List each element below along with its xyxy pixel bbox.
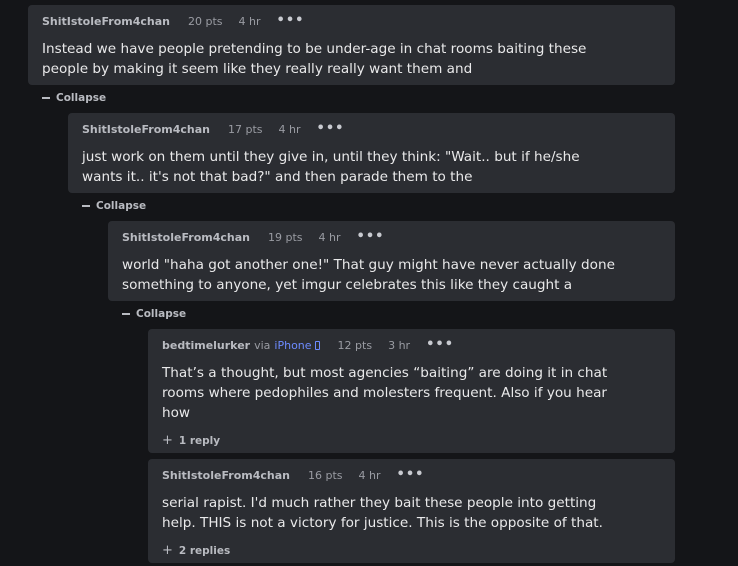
- minus-icon: [42, 97, 50, 99]
- comment: bedtimelurker via iPhone 12 pts 3 hr •••…: [148, 329, 675, 453]
- phone-icon: [314, 340, 320, 350]
- comment-meta: ShitIstoleFrom4chan 16 pts 4 hr •••: [162, 467, 661, 483]
- comment-time: 4 hr: [278, 122, 301, 136]
- comment-text: Instead we have people pretending to be …: [42, 41, 587, 77]
- more-options-icon[interactable]: •••: [426, 338, 454, 351]
- comment-author[interactable]: ShitIstoleFrom4chan: [82, 123, 210, 136]
- device-label: iPhone: [274, 338, 312, 352]
- comment: ShitIstoleFrom4chan 17 pts 4 hr ••• just…: [68, 113, 675, 193]
- collapse-label: Collapse: [96, 200, 147, 212]
- comment-points: 16 pts: [307, 468, 343, 482]
- more-options-icon[interactable]: •••: [317, 122, 345, 135]
- minus-icon: [122, 313, 130, 315]
- comment: ShitIstoleFrom4chan 19 pts 4 hr ••• worl…: [108, 221, 675, 301]
- collapse-label: Collapse: [56, 92, 107, 104]
- comment-points: 12 pts: [337, 338, 373, 352]
- comment-time: 4 hr: [358, 468, 381, 482]
- expand-replies-button[interactable]: + 1 reply: [162, 433, 661, 448]
- comment-meta: bedtimelurker via iPhone 12 pts 3 hr •••: [162, 337, 661, 353]
- comment-author[interactable]: ShitIstoleFrom4chan: [42, 15, 170, 28]
- collapse-button[interactable]: Collapse: [82, 200, 146, 212]
- comment-author[interactable]: bedtimelurker: [162, 339, 250, 352]
- comment: ShitIstoleFrom4chan 20 pts 4 hr ••• Inst…: [28, 5, 675, 85]
- comment-points: 17 pts: [227, 122, 263, 136]
- comment-text: world "haha got another one!" That guy m…: [122, 257, 615, 293]
- collapse-button[interactable]: Collapse: [122, 308, 186, 320]
- more-options-icon[interactable]: •••: [277, 14, 305, 27]
- comment-author[interactable]: ShitIstoleFrom4chan: [162, 469, 290, 482]
- replies-count: 2 replies: [178, 544, 231, 557]
- plus-icon: +: [162, 433, 173, 448]
- comment-time: 3 hr: [388, 338, 411, 352]
- comment-text: just work on them until they give in, un…: [82, 149, 580, 185]
- comment-time: 4 hr: [238, 14, 261, 28]
- comment-meta: ShitIstoleFrom4chan 17 pts 4 hr •••: [82, 121, 661, 137]
- plus-icon: +: [162, 543, 173, 558]
- comment-meta: ShitIstoleFrom4chan 19 pts 4 hr •••: [122, 229, 661, 245]
- more-options-icon[interactable]: •••: [397, 468, 425, 481]
- via-label: via: [254, 338, 271, 352]
- comment-text: That’s a thought, but most agencies “bai…: [162, 365, 608, 421]
- comment-time: 4 hr: [318, 230, 341, 244]
- comment-meta: ShitIstoleFrom4chan 20 pts 4 hr •••: [42, 13, 661, 29]
- comment: ShitIstoleFrom4chan 16 pts 4 hr ••• seri…: [148, 459, 675, 563]
- comment-author[interactable]: ShitIstoleFrom4chan: [122, 231, 250, 244]
- comment-text: serial rapist. I'd much rather they bait…: [162, 495, 603, 531]
- collapse-button[interactable]: Collapse: [42, 92, 106, 104]
- comment-points: 19 pts: [267, 230, 303, 244]
- expand-replies-button[interactable]: + 2 replies: [162, 543, 661, 558]
- collapse-label: Collapse: [136, 308, 187, 320]
- minus-icon: [82, 205, 90, 207]
- comment-points: 20 pts: [187, 14, 223, 28]
- replies-count: 1 reply: [178, 434, 221, 447]
- more-options-icon[interactable]: •••: [357, 230, 385, 243]
